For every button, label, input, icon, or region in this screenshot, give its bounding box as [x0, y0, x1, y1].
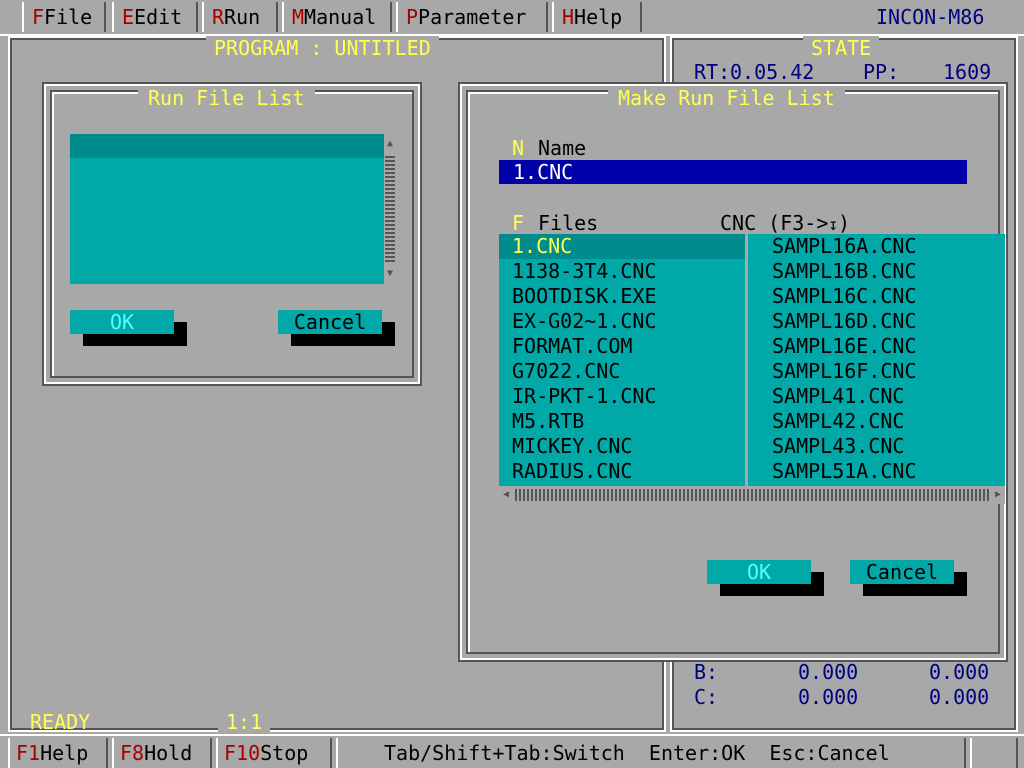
file-list-item[interactable]: SAMPL42.CNC — [772, 409, 904, 434]
fkey-f1-help[interactable]: F1Help — [8, 738, 108, 768]
axis-c-value2: 0.000 — [929, 685, 990, 709]
status-ready: READY — [30, 710, 91, 734]
file-list-item[interactable]: SAMPL16A.CNC — [772, 234, 917, 259]
app-name: INCON-M86 — [876, 5, 985, 29]
run-file-list-selection — [70, 134, 384, 158]
pp-label: PP: — [863, 60, 900, 84]
fkey-f10-stop[interactable]: F10Stop — [216, 738, 332, 768]
files-listbox[interactable]: 1.CNC 1138-3T4.CNC BOOTDISK.EXE EX-G02~1.CN… — [499, 234, 1005, 486]
file-list-item[interactable]: SAMPL51A.CNC — [772, 459, 917, 484]
menu-run[interactable]: RRun — [202, 2, 278, 32]
menu-run-label: Run — [224, 5, 261, 29]
file-list-item[interactable]: SAMPL16B.CNC — [772, 259, 917, 284]
file-list-item[interactable]: MICKEY.CNC — [512, 434, 632, 459]
name-input[interactable]: 1.CNC — [499, 160, 967, 184]
menu-manual-label: Manual — [304, 5, 377, 29]
name-hotkey: N — [512, 136, 525, 160]
file-list-item[interactable]: SAMPL16F.CNC — [772, 359, 917, 384]
files-label: Files — [538, 211, 599, 235]
menu-help-hotkey: H — [562, 5, 575, 29]
pp-value: 1609 — [943, 60, 992, 84]
file-list-item[interactable]: M5.RTB — [512, 409, 584, 434]
run-list-ok-button[interactable]: OK — [70, 310, 174, 334]
state-title: STATE — [803, 36, 880, 60]
program-title: PROGRAM : UNTITLED — [206, 36, 439, 60]
file-list-item[interactable]: FORMAT.COM — [512, 334, 632, 359]
menu-file-hotkey: F — [32, 5, 45, 29]
run-list-cancel-button[interactable]: Cancel — [278, 310, 382, 334]
scroll-down-icon[interactable]: ▼ — [384, 264, 396, 284]
fkey-f8-label: Hold — [144, 741, 193, 765]
menu-parameter[interactable]: PParameter — [396, 2, 548, 32]
file-list-item[interactable]: SAMPL41.CNC — [772, 384, 904, 409]
hscroll-track[interactable] — [515, 489, 989, 501]
menu-run-hotkey: R — [212, 5, 225, 29]
fkey-f1-label: Help — [40, 741, 89, 765]
file-list-item[interactable]: 1138-3T4.CNC — [512, 259, 657, 284]
run-file-scrollbar[interactable]: ▲ ▼ — [384, 134, 396, 284]
function-key-bar: F1Help F8Hold F10Stop Tab/Shift+Tab:Swit… — [0, 734, 1024, 768]
axis-b-value1: 0.000 — [798, 660, 859, 684]
file-list-item[interactable]: SAMPL16D.CNC — [772, 309, 917, 334]
menu-help[interactable]: HHelp — [552, 2, 642, 32]
name-label: Name — [538, 136, 587, 160]
file-list-item[interactable]: BOOTDISK.EXE — [512, 284, 657, 309]
make-list-ok-button[interactable]: OK — [707, 560, 811, 584]
make-list-cancel-button[interactable]: Cancel — [850, 560, 954, 584]
file-list-item[interactable]: EX-G02~1.CNC — [512, 309, 657, 334]
keyboard-hint: Tab/Shift+Tab:Switch Enter:OK Esc:Cancel — [336, 738, 966, 768]
scroll-right-icon[interactable]: ▶ — [991, 486, 1005, 504]
files-hscrollbar[interactable]: ◀ ▶ — [499, 486, 1005, 504]
menu-edit-hotkey: E — [122, 5, 135, 29]
run-file-list-title: Run File List — [138, 86, 315, 110]
file-filter-text: CNC (F3-> — [720, 211, 829, 235]
files-hotkey: F — [512, 211, 525, 235]
fkey-f1-hotkey: F1 — [16, 741, 41, 765]
menu-help-label: Help — [574, 5, 623, 29]
scroll-left-icon[interactable]: ◀ — [499, 486, 513, 504]
fkey-f10-label: Stop — [260, 741, 309, 765]
menu-edit[interactable]: EEdit — [112, 2, 198, 32]
make-run-file-list-title: Make Run File List — [608, 86, 845, 110]
name-input-value: 1.CNC — [513, 160, 574, 184]
menu-edit-label: Edit — [134, 5, 183, 29]
file-list-item[interactable]: SAMPL16E.CNC — [772, 334, 917, 359]
axis-b-label: B: — [694, 660, 719, 684]
file-list-item[interactable]: SAMPL16C.CNC — [772, 284, 917, 309]
file-list-item[interactable]: IR-PKT-1.CNC — [512, 384, 657, 409]
run-file-listbox[interactable] — [70, 134, 384, 284]
arrow-down-icon: ↧ — [828, 215, 839, 234]
menu-file[interactable]: FFile — [22, 2, 106, 32]
file-filter-label[interactable]: CNC (F3->↧) — [720, 211, 850, 235]
scale-readout: 1:1 — [218, 710, 271, 734]
rt-label: RT: — [694, 60, 731, 84]
file-list-item[interactable]: 1.CNC — [512, 234, 572, 259]
fkey-f10-hotkey: F10 — [224, 741, 261, 765]
file-list-item[interactable]: RADIUS.CNC — [512, 459, 632, 484]
axis-b-value2: 0.000 — [929, 660, 990, 684]
files-left-column: 1.CNC 1138-3T4.CNC BOOTDISK.EXE EX-G02~1.CN… — [499, 234, 745, 486]
menu-manual[interactable]: MManual — [282, 2, 392, 32]
menu-parameter-label: Parameter — [418, 5, 527, 29]
scroll-track[interactable] — [385, 156, 395, 262]
file-filter-suffix: ) — [838, 211, 851, 235]
fkey-f8-hotkey: F8 — [120, 741, 145, 765]
menu-manual-hotkey: M — [292, 5, 305, 29]
file-list-item[interactable]: SAMPL43.CNC — [772, 434, 904, 459]
menu-file-label: File — [44, 5, 93, 29]
file-list-item[interactable]: G7022.CNC — [512, 359, 620, 384]
files-right-column: SAMPL16A.CNC SAMPL16B.CNC SAMPL16C.CNC SAMP… — [748, 234, 1005, 486]
menu-parameter-hotkey: P — [406, 5, 419, 29]
scroll-up-icon[interactable]: ▲ — [384, 134, 396, 154]
axis-c-label: C: — [694, 685, 719, 709]
axis-c-value1: 0.000 — [798, 685, 859, 709]
rt-value: 0.05.42 — [730, 60, 815, 84]
menu-bar: FFile EEdit RRun MManual PParameter HHel… — [0, 0, 1024, 36]
bottombar-end-cell — [970, 738, 1018, 768]
fkey-f8-hold[interactable]: F8Hold — [112, 738, 212, 768]
